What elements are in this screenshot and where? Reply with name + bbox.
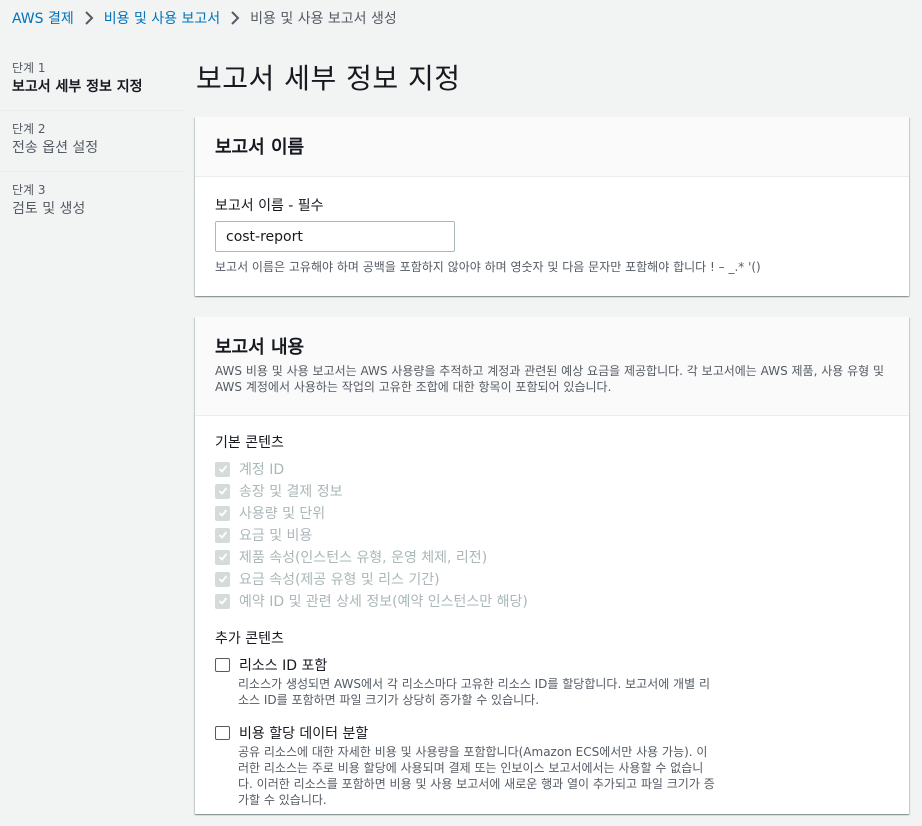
default-content-item: 요금 속성(제공 유형 및 리스 기간)	[215, 568, 889, 590]
checkbox-label: 송장 및 결제 정보	[239, 484, 343, 500]
checkbox-label[interactable]: 비용 할당 데이터 분할	[239, 723, 368, 743]
step-3[interactable]: 단계 3 검토 및 생성	[0, 172, 184, 232]
additional-content-label: 추가 콘텐츠	[215, 631, 284, 647]
checkbox-row: 비용 할당 데이터 분할	[215, 722, 889, 744]
step-1: 단계 1 보고서 세부 정보 지정	[0, 50, 184, 111]
checkbox-label: 예약 ID 및 관련 상세 정보(예약 인스턴스만 해당)	[239, 594, 528, 610]
split-cost-allocation-option: 비용 할당 데이터 분할 공유 리소스에 대한 자세한 비용 및 사용량을 포함…	[215, 722, 889, 808]
step-title: 검토 및 생성	[12, 201, 86, 217]
panel-description: AWS 비용 및 사용 보고서는 AWS 사용량을 추적하고 계정과 관련된 예…	[215, 364, 885, 394]
breadcrumb-cost-usage-reports[interactable]: 비용 및 사용 보고서	[104, 8, 220, 28]
page-title: 보고서 세부 정보 지정	[196, 62, 461, 95]
default-content-item: 송장 및 결제 정보	[215, 480, 889, 502]
wizard-steps: 단계 1 보고서 세부 정보 지정 단계 2 전송 옵션 설정 단계 3 검토 …	[0, 50, 184, 232]
checkbox-label: 요금 속성(제공 유형 및 리스 기간)	[239, 572, 440, 588]
include-resource-ids-option: 리소스 ID 포함 리소스가 생성되면 AWS에서 각 리소스마다 고유한 리소…	[215, 654, 889, 708]
report-name-hint: 보고서 이름은 고유해야 하며 공백을 포함하지 않아야 하며 영숫자 및 다음…	[215, 260, 761, 274]
option-description: 공유 리소스에 대한 자세한 비용 및 사용량을 포함합니다(Amazon EC…	[238, 745, 715, 807]
step-2[interactable]: 단계 2 전송 옵션 설정	[0, 111, 184, 172]
breadcrumb: AWS 결제 비용 및 사용 보고서 비용 및 사용 보고서 생성	[12, 8, 397, 28]
panel-body: 보고서 이름 - 필수 보고서 이름은 고유해야 하며 공백을 포함하지 않아야…	[195, 177, 909, 293]
breadcrumb-aws-billing[interactable]: AWS 결제	[12, 8, 74, 28]
chevron-right-icon	[225, 10, 245, 26]
checkbox-checked-disabled	[215, 593, 230, 609]
step-title: 보고서 세부 정보 지정	[12, 79, 143, 95]
panel-title: 보고서 이름	[215, 137, 305, 158]
default-content-item: 요금 및 비용	[215, 524, 889, 546]
breadcrumb-current-page: 비용 및 사용 보고서 생성	[250, 11, 397, 27]
checkbox-label: 요금 및 비용	[239, 528, 313, 544]
chevron-right-icon	[79, 10, 99, 26]
checkbox-label: 사용량 및 단위	[239, 506, 326, 522]
checkbox-row: 리소스 ID 포함	[215, 654, 889, 676]
include-resource-ids-checkbox[interactable]	[215, 658, 230, 672]
split-cost-allocation-checkbox[interactable]	[215, 726, 230, 740]
report-name-panel: 보고서 이름 보고서 이름 - 필수 보고서 이름은 고유해야 하며 공백을 포…	[195, 117, 909, 296]
additional-content-group: 추가 콘텐츠 리소스 ID 포함 리소스가 생성되면 AWS에서 각 리소스마다…	[215, 628, 889, 808]
step-number: 단계 3	[12, 183, 46, 197]
default-content-label: 기본 콘텐츠	[215, 435, 284, 451]
panel-body: 기본 콘텐츠 계정 ID 송장 및 결제 정보 사용량 및 단위 요금 및 비용…	[195, 416, 909, 826]
checkbox-label[interactable]: 리소스 ID 포함	[239, 655, 327, 675]
checkbox-checked-disabled	[215, 549, 230, 565]
panel-header: 보고서 이름	[195, 117, 909, 177]
checkbox-checked-disabled	[215, 505, 230, 521]
checkbox-checked-disabled	[215, 571, 230, 587]
checkbox-label: 제품 속성(인스턴스 유형, 운영 체제, 리전)	[239, 550, 488, 566]
step-number: 단계 2	[12, 122, 46, 136]
report-name-label: 보고서 이름 - 필수	[215, 198, 324, 214]
default-content-item: 사용량 및 단위	[215, 502, 889, 524]
checkbox-label: 계정 ID	[239, 462, 285, 478]
default-content-item: 계정 ID	[215, 458, 889, 480]
checkbox-checked-disabled	[215, 527, 230, 543]
step-title: 전송 옵션 설정	[12, 140, 99, 156]
checkbox-checked-disabled	[215, 483, 230, 499]
step-number: 단계 1	[12, 61, 46, 75]
default-content-item: 예약 ID 및 관련 상세 정보(예약 인스턴스만 해당)	[215, 590, 889, 612]
option-description: 리소스가 생성되면 AWS에서 각 리소스마다 고유한 리소스 ID를 할당합니…	[238, 677, 710, 707]
report-content-panel: 보고서 내용 AWS 비용 및 사용 보고서는 AWS 사용량을 추적하고 계정…	[195, 317, 909, 814]
report-name-input[interactable]	[215, 221, 455, 252]
default-content-item: 제품 속성(인스턴스 유형, 운영 체제, 리전)	[215, 546, 889, 568]
panel-header: 보고서 내용 AWS 비용 및 사용 보고서는 AWS 사용량을 추적하고 계정…	[195, 317, 909, 416]
checkbox-checked-disabled	[215, 461, 230, 477]
panel-title: 보고서 내용	[215, 337, 305, 358]
